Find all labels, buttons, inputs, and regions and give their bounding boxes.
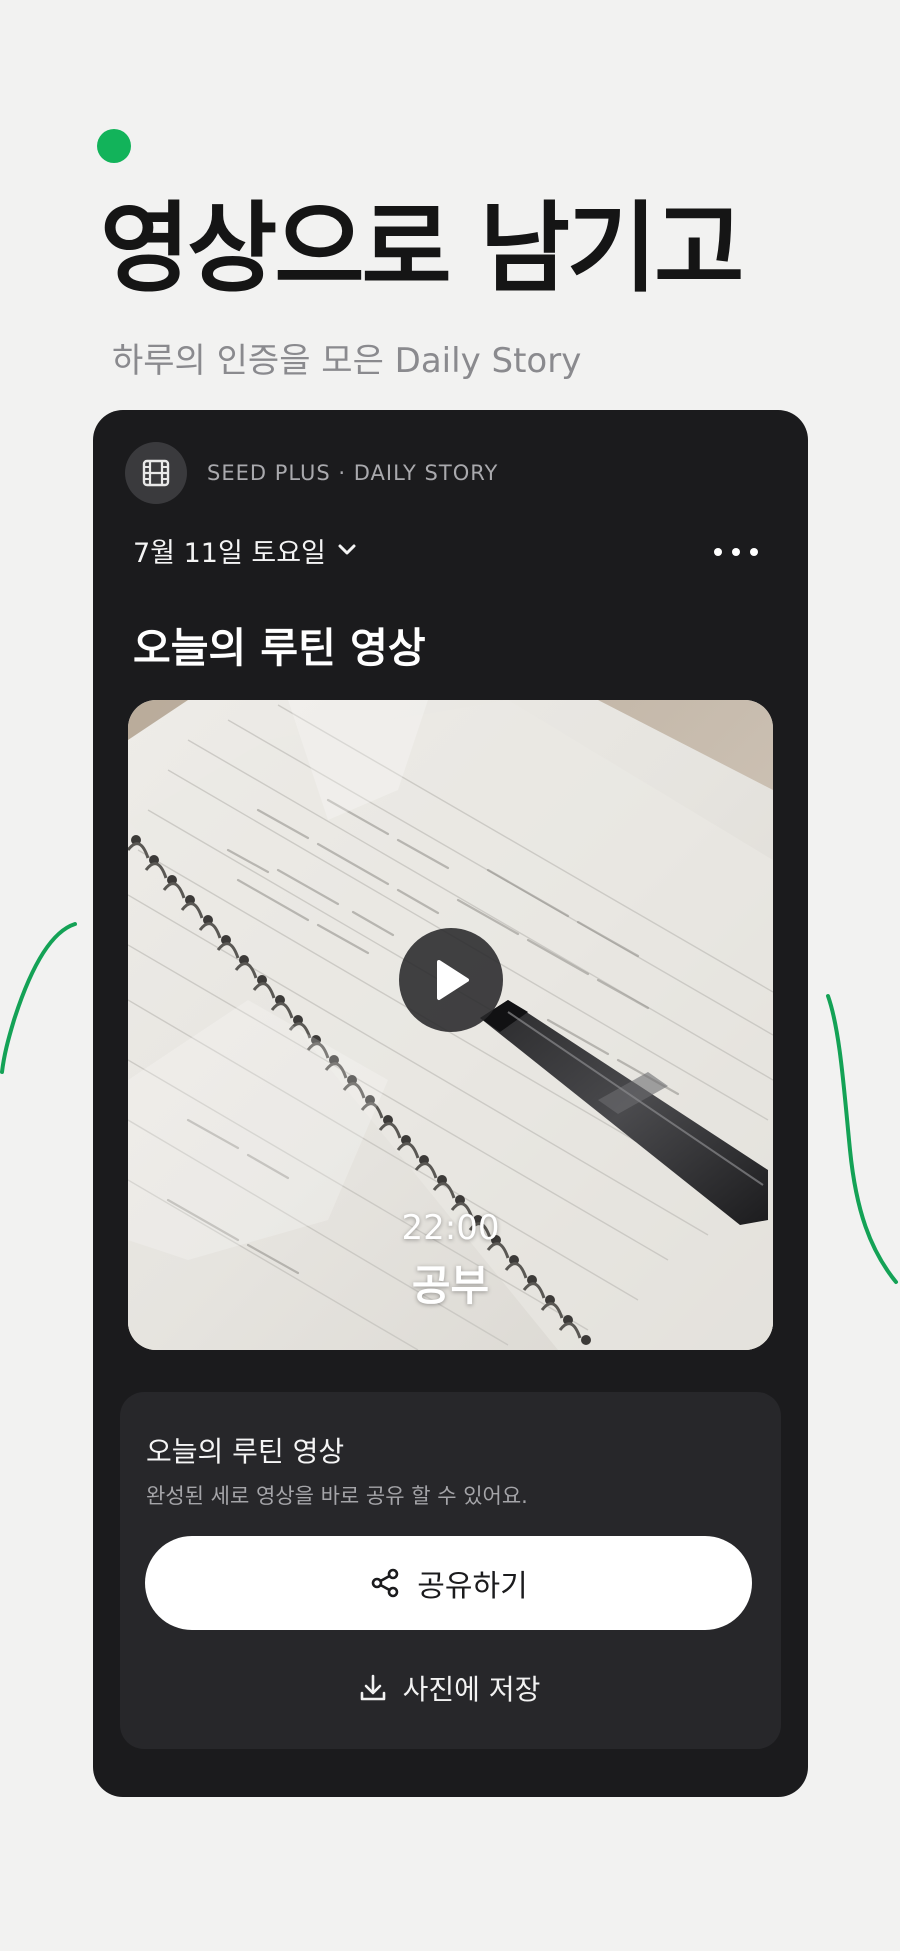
save-label: 사진에 저장 xyxy=(402,1673,541,1706)
panel-description: 완성된 세로 영상을 바로 공유 할 수 있어요. xyxy=(146,1484,528,1508)
brand-label: SEED PLUS · DAILY STORY xyxy=(207,461,499,485)
hero-subtitle: 하루의 인증을 모은 Daily Story xyxy=(112,341,582,381)
decorative-squiggle-right xyxy=(826,994,898,1284)
hero-title: 영상으로 남기고 xyxy=(100,192,744,306)
more-horizontal-icon[interactable] xyxy=(714,534,758,570)
date-label: 7월 11일 토요일 xyxy=(133,537,326,569)
save-to-photos-button[interactable]: 사진에 저장 xyxy=(145,1658,752,1718)
film-icon xyxy=(125,442,187,504)
play-icon xyxy=(437,960,469,1000)
decorative-squiggle-left xyxy=(0,922,77,1074)
video-time: 22:00 xyxy=(401,1208,500,1248)
brand-row: SEED PLUS · DAILY STORY xyxy=(125,442,498,504)
play-button[interactable] xyxy=(399,928,503,1032)
card-title: 오늘의 루틴 영상 xyxy=(133,624,426,672)
share-label: 공유하기 xyxy=(417,1569,528,1604)
chevron-down-icon xyxy=(338,544,356,555)
share-panel: 오늘의 루틴 영상 완성된 세로 영상을 바로 공유 할 수 있어요. 공유하기… xyxy=(120,1392,781,1749)
date-selector[interactable]: 7월 11일 토요일 xyxy=(133,528,358,572)
download-icon xyxy=(360,1674,385,1701)
share-icon xyxy=(371,1568,399,1598)
video-label: 공부 xyxy=(411,1261,490,1310)
daily-story-card: SEED PLUS · DAILY STORY 7월 11일 토요일 오늘의 루… xyxy=(93,410,808,1797)
panel-title: 오늘의 루틴 영상 xyxy=(146,1435,345,1468)
accent-dot xyxy=(97,129,131,163)
video-player[interactable]: 22:00 공부 xyxy=(128,700,773,1350)
share-button[interactable]: 공유하기 xyxy=(145,1536,752,1630)
